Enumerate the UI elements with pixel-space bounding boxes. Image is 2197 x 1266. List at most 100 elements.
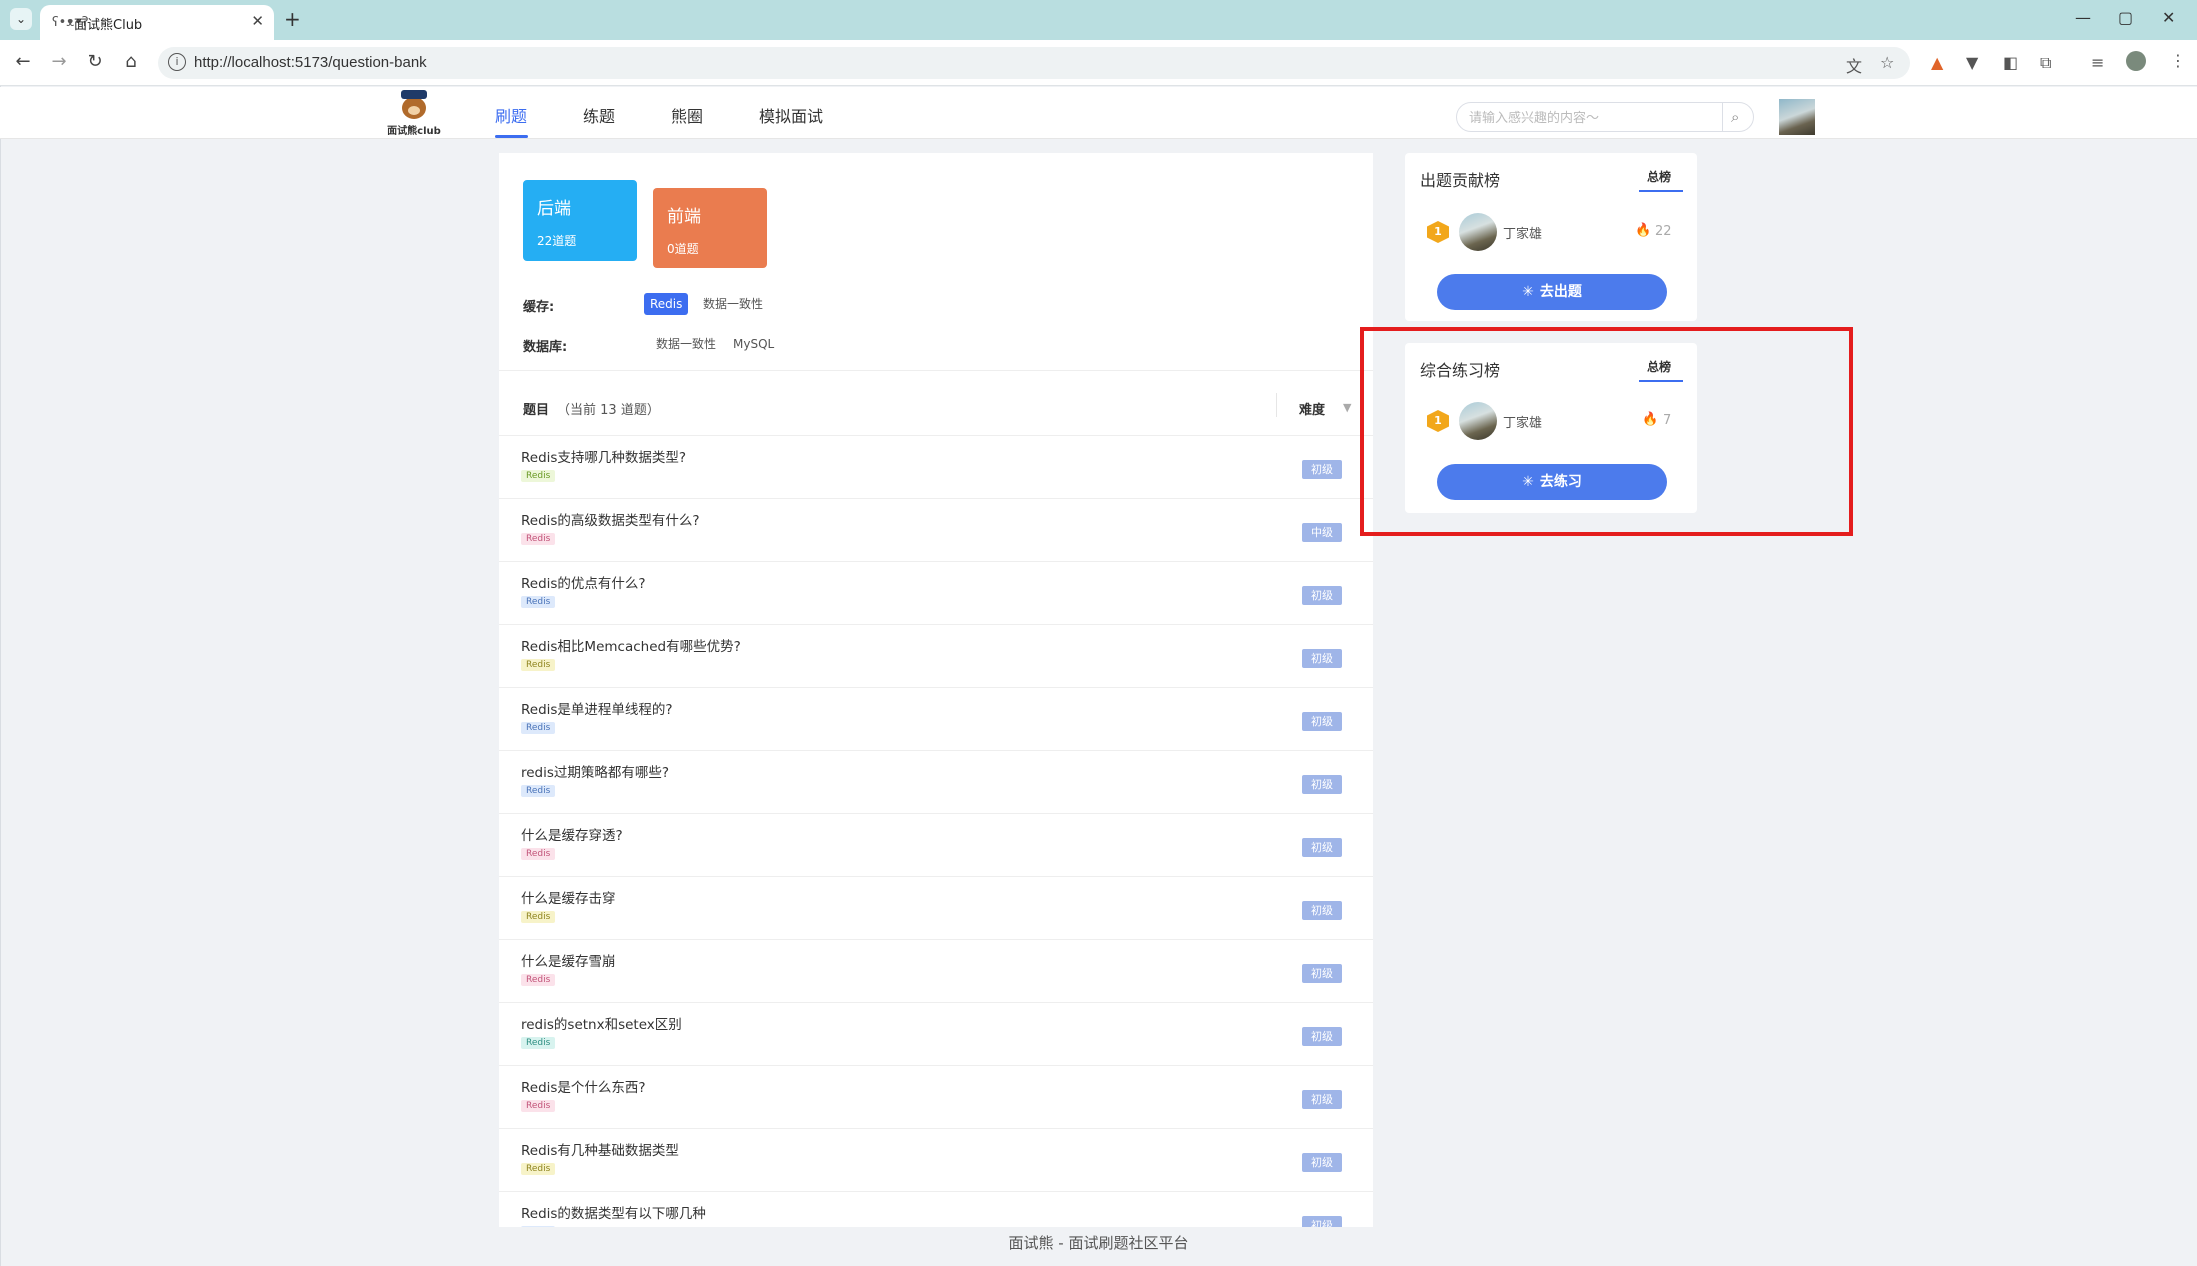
question-row[interactable]: 什么是缓存击穿 Redis 初级 <box>499 876 1373 939</box>
question-tag: Redis <box>521 596 556 608</box>
nav-item-xiongquan[interactable]: 熊圈 <box>671 103 703 127</box>
close-window-button[interactable]: ✕ <box>2162 8 2175 27</box>
question-title[interactable]: redis过期策略都有哪些? <box>521 761 669 781</box>
browser-tab-bar: ⌄ ʕ•ᴥ•ʔ 面试熊Club ✕ + — ▢ ✕ <box>0 0 2197 40</box>
question-title[interactable]: 什么是缓存雪崩 <box>521 950 616 970</box>
difficulty-badge: 初级 <box>1302 838 1342 857</box>
difficulty-badge: 初级 <box>1302 1090 1342 1109</box>
tag-data-consistency[interactable]: 数据一致性 <box>697 293 769 315</box>
question-tag: Redis <box>521 659 556 671</box>
question-title[interactable]: redis的setnx和setex区别 <box>521 1013 682 1033</box>
question-row[interactable]: Redis有几种基础数据类型 Redis 初级 <box>499 1128 1373 1191</box>
logo[interactable]: 面试熊club <box>386 90 442 138</box>
new-tab-button[interactable]: + <box>284 7 301 31</box>
close-tab-icon[interactable]: ✕ <box>251 12 264 30</box>
difficulty-badge: 初级 <box>1302 901 1342 920</box>
media-icon[interactable]: ≡ <box>2091 53 2104 72</box>
avatar[interactable] <box>1459 213 1497 251</box>
rank-badge: 1 <box>1427 221 1449 243</box>
question-title[interactable]: Redis有几种基础数据类型 <box>521 1139 679 1159</box>
nav-item-mock-interview[interactable]: 模拟面试 <box>759 103 823 127</box>
question-row[interactable]: Redis相比Memcached有哪些优势? Redis 初级 <box>499 624 1373 687</box>
question-title[interactable]: Redis是单进程单线程的? <box>521 698 673 718</box>
question-tag: Redis <box>521 1100 556 1112</box>
difficulty-badge: 初级 <box>1302 712 1342 731</box>
site-info-icon[interactable]: i <box>168 53 186 71</box>
difficulty-badge: 初级 <box>1302 964 1342 983</box>
tab-overall[interactable]: 总榜 <box>1647 168 1671 185</box>
difficulty-badge: 初级 <box>1302 1027 1342 1046</box>
question-row[interactable]: Redis是单进程单线程的? Redis 初级 <box>499 687 1373 750</box>
bookmark-star-icon[interactable]: ☆ <box>1880 53 1894 72</box>
maximize-button[interactable]: ▢ <box>2118 8 2133 27</box>
app-header: 面试熊club 刷题 练题 熊圈 模拟面试 ⌕ <box>0 87 2197 139</box>
question-title[interactable]: Redis的高级数据类型有什么? <box>521 509 700 529</box>
tab-list-button[interactable]: ⌄ <box>10 8 32 30</box>
question-row[interactable]: Redis的数据类型有以下哪几种 Redis 初级 <box>499 1191 1373 1227</box>
forward-icon[interactable]: → <box>47 51 71 72</box>
filter-label-cache: 缓存: <box>523 300 555 315</box>
question-title[interactable]: Redis相比Memcached有哪些优势? <box>521 635 741 655</box>
tag-data-consistency[interactable]: 数据一致性 <box>650 333 722 355</box>
question-bank-panel: 后端 22道题 前端 0道题 缓存: Redis 数据一致性 数据库: 数据一致… <box>499 153 1373 1227</box>
question-row[interactable]: redis的setnx和setex区别 Redis 初级 <box>499 1002 1373 1065</box>
minimize-button[interactable]: — <box>2075 8 2091 27</box>
rank-user-name[interactable]: 丁家雄 <box>1503 223 1542 242</box>
question-row[interactable]: Redis是个什么东西? Redis 初级 <box>499 1065 1373 1128</box>
search-icon[interactable]: ⌕ <box>1731 108 1739 126</box>
question-tag: Redis <box>521 722 556 734</box>
difficulty-badge: 初级 <box>1302 775 1342 794</box>
question-title[interactable]: 什么是缓存击穿 <box>521 887 616 907</box>
nav-item-lianti[interactable]: 练题 <box>583 103 615 127</box>
extension-icon[interactable]: ▲ <box>1931 53 1943 72</box>
question-row[interactable]: Redis的高级数据类型有什么? Redis 中级 <box>499 498 1373 561</box>
extension-icon[interactable]: ◧ <box>2003 53 2018 72</box>
search-box: ⌕ <box>1456 102 1754 132</box>
question-row[interactable]: 什么是缓存穿透? Redis 初级 <box>499 813 1373 876</box>
tag-redis[interactable]: Redis <box>644 293 689 315</box>
menu-icon[interactable]: ⋮ <box>2170 51 2186 70</box>
extension-icon[interactable]: ▼ <box>1966 53 1978 72</box>
question-tag: Redis <box>521 911 556 923</box>
logo-text: 面试熊club <box>387 126 441 137</box>
home-icon[interactable]: ⌂ <box>119 51 143 72</box>
question-count: （当前 13 道题） <box>557 403 660 418</box>
profile-avatar[interactable] <box>2126 51 2146 71</box>
go-contribute-button[interactable]: ✳ 去出题 <box>1437 274 1667 310</box>
category-count: 0道题 <box>667 242 699 256</box>
nav-item-shuati[interactable]: 刷题 <box>495 103 527 127</box>
question-row[interactable]: 什么是缓存雪崩 Redis 初级 <box>499 939 1373 1002</box>
footer-text: 面试熊 - 面试刷题社区平台 <box>1008 1234 1189 1252</box>
search-input[interactable] <box>1469 108 1709 128</box>
category-name: 前端 <box>667 207 701 227</box>
category-card-frontend[interactable]: 前端 0道题 <box>653 188 767 268</box>
question-row[interactable]: Redis的优点有什么? Redis 初级 <box>499 561 1373 624</box>
question-tag: Redis <box>521 785 556 797</box>
reload-icon[interactable]: ↻ <box>83 51 107 72</box>
url-text[interactable]: http://localhost:5173/question-bank <box>194 54 427 71</box>
question-column-header: 题目 （当前 13 道题） <box>523 403 660 418</box>
translate-icon[interactable]: 文 <box>1846 53 1862 77</box>
difficulty-badge: 初级 <box>1302 460 1342 479</box>
question-title[interactable]: 什么是缓存穿透? <box>521 824 623 844</box>
difficulty-column-header: 难度 <box>1299 403 1326 418</box>
filter-icon[interactable]: ▼ <box>1343 401 1351 414</box>
user-avatar[interactable] <box>1779 99 1815 135</box>
question-tag: Redis <box>521 470 556 482</box>
question-title[interactable]: Redis的数据类型有以下哪几种 <box>521 1202 706 1222</box>
category-card-backend[interactable]: 后端 22道题 <box>523 180 637 261</box>
question-title[interactable]: Redis的优点有什么? <box>521 572 646 592</box>
address-bar[interactable]: i http://localhost:5173/question-bank 文 … <box>158 47 1910 79</box>
puzzle-icon[interactable]: ⧉ <box>2040 53 2051 73</box>
browser-tab[interactable]: ʕ•ᴥ•ʔ 面试熊Club ✕ <box>40 5 274 40</box>
question-title[interactable]: Redis支持哪几种数据类型? <box>521 446 686 466</box>
back-icon[interactable]: ← <box>11 51 35 72</box>
difficulty-badge: 初级 <box>1302 1216 1342 1227</box>
question-title[interactable]: Redis是个什么东西? <box>521 1076 646 1096</box>
question-row[interactable]: Redis支持哪几种数据类型? Redis 初级 <box>499 435 1373 498</box>
bear-logo-icon <box>399 90 429 122</box>
question-tag: Redis <box>521 1226 556 1227</box>
difficulty-badge: 初级 <box>1302 586 1342 605</box>
tag-mysql[interactable]: MySQL <box>727 333 780 355</box>
question-row[interactable]: redis过期策略都有哪些? Redis 初级 <box>499 750 1373 813</box>
